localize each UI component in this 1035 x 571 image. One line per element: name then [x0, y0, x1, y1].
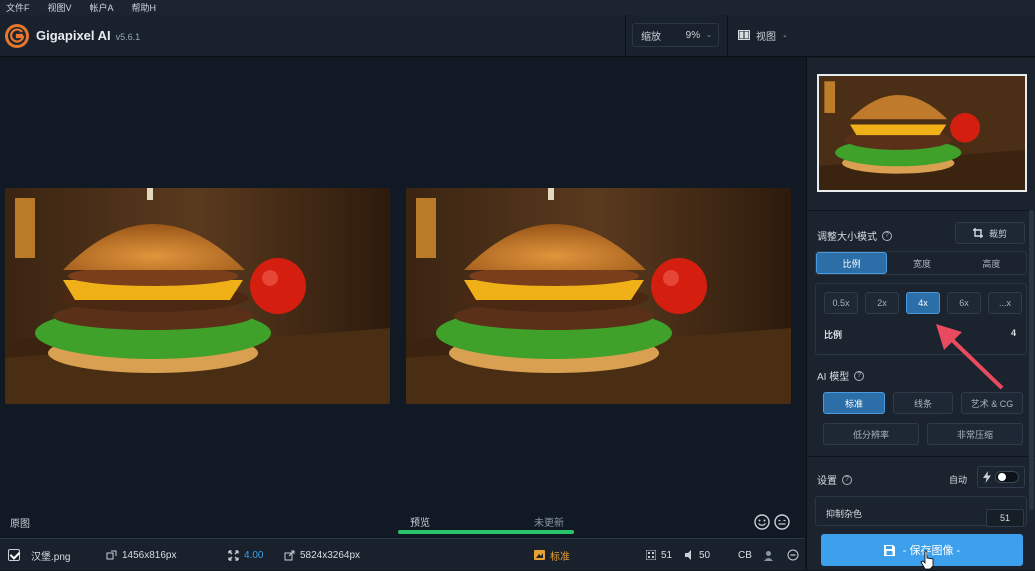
zoom-dropdown[interactable]: 缩放 9% ⌄ — [632, 23, 719, 47]
menu-view[interactable]: 视图V — [48, 1, 72, 14]
resize-mode-label: 调整大小模式 — [817, 232, 877, 243]
image-canvas[interactable]: 原图 预览 未更新 — [0, 58, 805, 538]
scale-2x-button[interactable]: 2x — [865, 292, 899, 314]
crop-button[interactable]: 裁剪 — [955, 222, 1025, 244]
denoise-setting: 抑制杂色 51 — [815, 496, 1027, 527]
settings-panel: 调整大小模式 ? 裁剪 比例 宽度 高度 0.5x 2x 4x 6x ...x … — [806, 58, 1035, 570]
tab-not-updated: 未更新 — [534, 518, 564, 529]
view-dropdown[interactable]: 视图 ⌄ — [738, 23, 788, 47]
split-view-icon — [738, 30, 750, 40]
auto-toggle-box[interactable] — [977, 466, 1025, 488]
save-icon — [883, 544, 895, 556]
title-bar: Gigapixel AI v5.6.1 缩放 9% ⌄ 视图 ⌄ — [0, 15, 1035, 57]
model-low-res-button[interactable]: 低分辨率 — [823, 423, 919, 445]
crop-icon — [972, 228, 983, 238]
original-label: 原图 — [10, 519, 30, 530]
scale-label: 比例 — [824, 330, 843, 340]
zoom-value: 9% — [685, 29, 701, 41]
hand-cursor-icon — [920, 550, 934, 570]
panel-scrollbar[interactable] — [1029, 210, 1034, 510]
menu-help[interactable]: 帮助H — [132, 1, 157, 14]
scale-value: 4.00 — [244, 549, 264, 561]
output-size: 5824x3264px — [300, 549, 361, 561]
app-version: v5.6.1 — [115, 32, 141, 42]
model-standard-button[interactable]: 标准 — [823, 392, 885, 414]
crop-label: 裁剪 — [988, 228, 1007, 239]
scale-value: 4 — [1010, 328, 1016, 338]
settings-title: 设置 ? — [817, 472, 852, 487]
chevron-down-icon: ⌄ — [782, 32, 788, 39]
sharpen-value: 50 — [699, 549, 711, 561]
input-size: 1456x816px — [122, 549, 177, 561]
toolbar-divider — [625, 15, 626, 57]
tab-scale[interactable]: 比例 — [816, 252, 888, 274]
resize-mode-tabs: 比例 宽度 高度 — [815, 251, 1027, 275]
zoom-label: 缩放 — [641, 31, 661, 43]
noise-value: 51 — [661, 549, 673, 561]
model-icon — [534, 550, 545, 560]
resize-mode-title: 调整大小模式 ? — [817, 228, 892, 243]
image-select-checkbox[interactable] — [8, 549, 20, 561]
help-icon[interactable]: ? — [854, 370, 865, 381]
model-very-compressed-button[interactable]: 非常压缩 — [927, 423, 1023, 445]
chevron-down-icon: ⌄ — [706, 32, 712, 39]
toolbar-divider — [727, 15, 728, 57]
scale-icon — [228, 549, 239, 561]
menu-account[interactable]: 帐户A — [90, 1, 114, 14]
cb-label: CB — [738, 549, 752, 561]
lightning-icon — [983, 471, 991, 483]
settings-label: 设置 — [817, 476, 837, 487]
denoise-label: 抑制杂色 — [826, 509, 863, 519]
original-image — [5, 188, 390, 404]
panel-divider — [807, 210, 1035, 211]
scale-6x-button[interactable]: 6x — [947, 292, 981, 314]
model-name: 标准 — [550, 551, 570, 563]
help-icon[interactable]: ? — [882, 230, 892, 241]
auto-label: 自动 — [949, 475, 968, 485]
tab-preview[interactable]: 预览 — [410, 514, 430, 529]
ai-model-label: AI 模型 — [817, 372, 850, 383]
app-name: Gigapixel AI — [36, 28, 111, 43]
sharpen-icon — [685, 550, 691, 560]
view-label: 视图 — [756, 31, 776, 43]
menu-file[interactable]: 文件F — [6, 1, 30, 14]
image-list-row[interactable]: 汉堡.png 1456x816px 4.00 5824x3264px 标准 51… — [0, 538, 805, 570]
panel-divider — [807, 456, 1035, 457]
output-size-icon — [284, 550, 295, 560]
input-size-icon — [106, 550, 117, 559]
auto-toggle[interactable] — [995, 471, 1019, 483]
navigator-thumbnail[interactable] — [817, 74, 1027, 192]
remove-icon[interactable] — [787, 549, 799, 561]
scale-4x-button[interactable]: 4x — [906, 292, 940, 314]
ai-model-title: AI 模型 ? — [817, 368, 865, 383]
denoise-input[interactable]: 51 — [986, 509, 1024, 527]
person-icon — [763, 550, 773, 561]
model-art-cg-button[interactable]: 艺术 & CG — [961, 392, 1023, 414]
preview-image — [406, 188, 791, 404]
preview-status[interactable]: 预览 未更新 — [398, 510, 574, 534]
feedback-icons — [754, 514, 790, 530]
scale-custom-button[interactable]: ...x — [988, 292, 1022, 314]
noise-icon — [646, 550, 656, 560]
scale-0-5x-button[interactable]: 0.5x — [824, 292, 858, 314]
app-logo-icon — [5, 23, 29, 48]
preview-progress-bar — [398, 530, 574, 534]
help-icon[interactable]: ? — [842, 474, 852, 485]
neutral-face-icon[interactable] — [774, 514, 790, 530]
tab-height[interactable]: 高度 — [957, 252, 1026, 274]
model-lines-button[interactable]: 线条 — [893, 392, 953, 414]
smile-icon[interactable] — [754, 514, 770, 530]
tab-width[interactable]: 宽度 — [887, 252, 956, 274]
annotation-arrow-icon — [936, 324, 1004, 390]
filename: 汉堡.png — [31, 551, 71, 563]
menu-bar: 文件F 视图V 帐户A 帮助H — [0, 0, 1035, 15]
